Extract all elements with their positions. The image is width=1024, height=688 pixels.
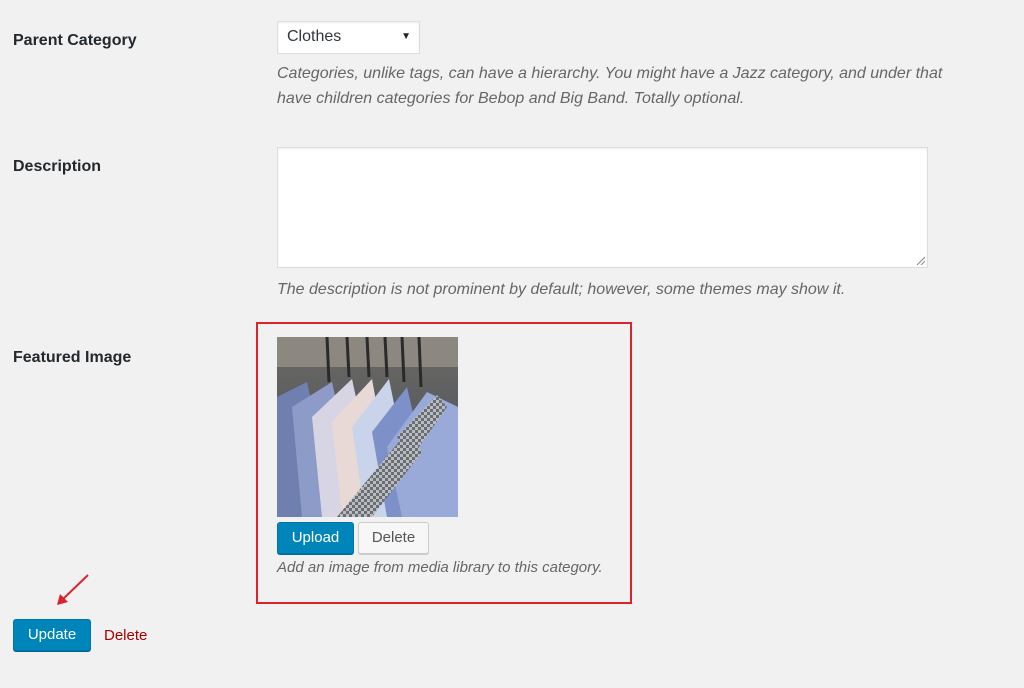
parent-category-select[interactable]: Clothes ▼ <box>277 21 420 54</box>
edit-category-page: Parent Category Clothes ▼ Categories, un… <box>0 0 1024 688</box>
update-button[interactable]: Update <box>13 619 91 651</box>
delete-category-link[interactable]: Delete <box>104 627 147 644</box>
arrow-icon <box>57 574 89 605</box>
caret-down-icon: ▼ <box>401 31 411 42</box>
description-label: Description <box>13 158 102 175</box>
delete-image-button[interactable]: Delete <box>358 522 429 554</box>
description-help: The description is not prominent by defa… <box>277 281 846 298</box>
upload-button[interactable]: Upload <box>277 522 354 554</box>
parent-category-help-line1: Categories, unlike tags, can have a hier… <box>277 65 943 82</box>
description-textarea[interactable] <box>277 147 928 268</box>
shirts-image <box>277 337 458 517</box>
resize-grip-icon[interactable] <box>915 255 925 265</box>
parent-category-help-line2: have children categories for Bebop and B… <box>277 90 745 107</box>
parent-category-label: Parent Category <box>13 32 137 49</box>
featured-image-label: Featured Image <box>13 349 132 366</box>
featured-image-thumbnail <box>277 337 458 517</box>
parent-category-selected: Clothes <box>287 28 342 45</box>
featured-image-help: Add an image from media library to this … <box>277 559 603 576</box>
